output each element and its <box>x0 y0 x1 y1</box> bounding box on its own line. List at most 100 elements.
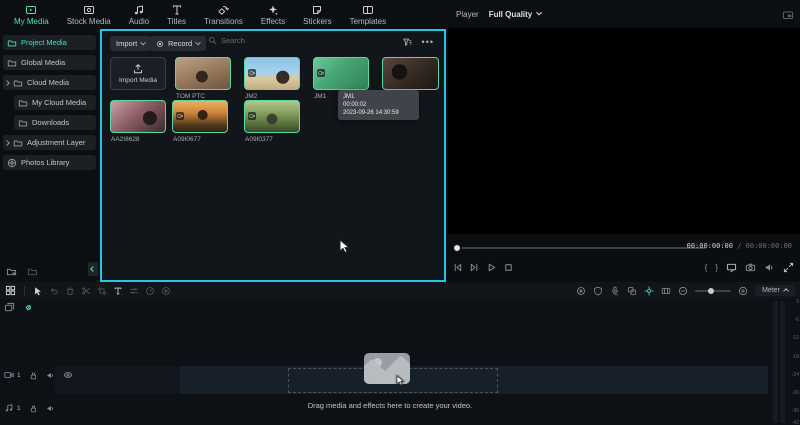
playhead-handle[interactable] <box>454 245 460 251</box>
media-source-tabs: My Media Stock Media Audio Titles Transi… <box>0 0 394 28</box>
filter-icon[interactable] <box>402 37 412 47</box>
import-button[interactable]: Import <box>110 36 151 51</box>
new-folder-icon[interactable] <box>6 266 17 277</box>
tab-templates[interactable]: Templates <box>342 0 394 28</box>
sidebar-item-downloads[interactable]: Downloads <box>14 115 96 130</box>
play-clip-icon[interactable] <box>576 286 586 296</box>
tab-label: Titles <box>167 17 186 26</box>
text-tool-icon[interactable] <box>113 286 123 296</box>
mute-icon[interactable] <box>46 404 55 413</box>
media-thumbnail-jm1[interactable] <box>313 57 369 90</box>
zoom-in-icon[interactable] <box>738 286 748 296</box>
tab-my-media[interactable]: My Media <box>6 0 57 28</box>
media-thumbnail-tom-ptc[interactable] <box>175 57 231 90</box>
stop-icon[interactable] <box>503 262 514 273</box>
auto-ripple-link-icon[interactable] <box>23 302 34 313</box>
tab-stickers[interactable]: Stickers <box>295 0 339 28</box>
chevron-down-icon <box>536 10 542 16</box>
sidebar-label: Global Media <box>21 58 65 67</box>
folder-icon <box>13 138 23 148</box>
tab-transitions[interactable]: Transitions <box>196 0 251 28</box>
sidebar-item-adjustment-layer[interactable]: Adjustment Layer <box>3 135 96 150</box>
camera-badge-icon <box>317 69 325 77</box>
tooltip-duration: 00:00:02 <box>343 101 414 109</box>
media-thumbnail-a09i0677[interactable] <box>172 100 228 133</box>
search-input[interactable]: Search <box>208 36 245 45</box>
tab-titles[interactable]: Titles <box>159 0 194 28</box>
media-panel-tools: ••• <box>402 37 434 47</box>
filmstrip-icon[interactable] <box>661 286 671 296</box>
speed-icon[interactable] <box>145 286 155 296</box>
sidebar-item-my-cloud-media[interactable]: My Cloud Media <box>14 95 96 110</box>
chevron-down-icon <box>195 39 201 45</box>
meter-toggle-button[interactable]: Meter <box>755 285 795 296</box>
sidebar-item-global-media[interactable]: Global Media <box>3 55 96 70</box>
chevron-down-icon <box>140 39 146 45</box>
more-options-icon[interactable]: ••• <box>422 37 434 47</box>
collapse-sidebar-button[interactable] <box>88 262 98 276</box>
top-toolbar: My Media Stock Media Audio Titles Transi… <box>0 0 800 28</box>
expand-chevron-icon[interactable] <box>4 80 10 86</box>
mark-in-icon[interactable]: { <box>705 263 708 272</box>
sidebar-item-photos-library[interactable]: Photos Library <box>3 155 96 170</box>
pointer-tool-icon[interactable] <box>33 286 43 296</box>
mask-icon[interactable] <box>627 286 637 296</box>
zoom-out-icon[interactable] <box>678 286 688 296</box>
toggle-panel-icon[interactable] <box>5 285 16 296</box>
mute-icon[interactable] <box>46 371 55 380</box>
sidebar-item-project-media[interactable]: Project Media <box>3 35 96 50</box>
timeline-tools-left <box>0 285 171 296</box>
import-label: Import <box>116 39 137 48</box>
video-preview-area[interactable] <box>448 28 800 234</box>
sidebar-label: Cloud Media <box>27 78 69 87</box>
tooltip-title: JM1 <box>343 93 414 101</box>
detach-preview-icon[interactable] <box>782 9 794 21</box>
volume-icon[interactable] <box>764 262 775 273</box>
expand-chevron-icon[interactable] <box>4 140 10 146</box>
quality-dropdown[interactable]: Full Quality <box>489 10 542 19</box>
next-frame-icon[interactable] <box>469 262 480 273</box>
manage-tracks-icon[interactable] <box>4 302 15 313</box>
media-thumbnail-jm2[interactable] <box>244 57 300 90</box>
split-scissors-icon[interactable] <box>81 286 91 296</box>
import-media-tile[interactable]: Import Media <box>110 57 166 90</box>
delete-folder-icon[interactable] <box>27 266 38 277</box>
snapshot-icon[interactable] <box>745 262 756 273</box>
sidebar-label: Adjustment Layer <box>27 138 85 147</box>
display-settings-icon[interactable] <box>726 262 737 273</box>
marker-icon[interactable] <box>593 286 603 296</box>
media-thumbnail-a09i0377[interactable] <box>244 100 300 133</box>
tab-label: My Media <box>14 17 49 26</box>
sidebar-item-cloud-media[interactable]: Cloud Media <box>3 75 96 90</box>
timeline-tools-right: Meter <box>576 285 795 296</box>
my-media-icon <box>25 3 37 16</box>
fullscreen-icon[interactable] <box>783 262 794 273</box>
lock-icon[interactable] <box>29 404 38 413</box>
undo-icon[interactable] <box>49 286 59 296</box>
record-button[interactable]: Record <box>150 36 206 51</box>
seek-bar[interactable] <box>454 246 706 250</box>
voiceover-mic-icon[interactable] <box>610 286 620 296</box>
previous-frame-icon[interactable] <box>452 262 463 273</box>
media-thumbnail-5[interactable] <box>382 57 439 90</box>
record-label: Record <box>168 39 192 48</box>
crop-icon[interactable] <box>97 286 107 296</box>
adjust-icon[interactable] <box>129 286 139 296</box>
mark-out-icon[interactable]: } <box>715 263 718 272</box>
tab-audio[interactable]: Audio <box>121 0 157 28</box>
delete-icon[interactable] <box>65 286 75 296</box>
tab-stock-media[interactable]: Stock Media <box>59 0 119 28</box>
sidebar-label: Photos Library <box>21 158 69 167</box>
play-icon[interactable] <box>486 262 497 273</box>
render-preview-icon[interactable] <box>161 286 171 296</box>
media-thumbnail-aa2i8628[interactable] <box>110 100 166 133</box>
zoom-slider-handle[interactable] <box>708 288 714 294</box>
audio-icon <box>133 3 145 16</box>
eye-icon[interactable] <box>63 370 73 380</box>
tab-label: Stickers <box>303 17 331 26</box>
tab-effects[interactable]: Effects <box>253 0 293 28</box>
time-current: 00:00:00:00 <box>687 242 733 250</box>
timeline-zoom-slider[interactable] <box>695 290 731 292</box>
keyframe-icon[interactable] <box>644 286 654 296</box>
lock-icon[interactable] <box>29 371 38 380</box>
